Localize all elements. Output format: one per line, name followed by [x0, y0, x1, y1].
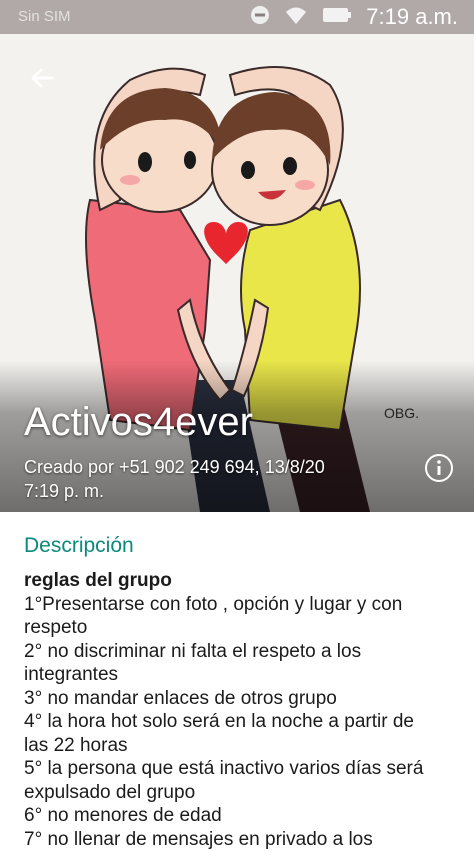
status-icons: 7:19 a.m. [250, 4, 458, 30]
description-heading: Descripción [24, 534, 134, 558]
battery-icon [322, 6, 352, 29]
description-line: las 22 horas [24, 734, 454, 758]
do-not-disturb-icon [250, 5, 270, 30]
description-line: 6° no menores de edad [24, 804, 454, 828]
wifi-icon [284, 5, 308, 30]
description-line: 7° no llenar de mensajes en privado a lo… [24, 828, 454, 851]
status-time: 7:19 a.m. [366, 4, 458, 30]
description-line: expulsado del grupo [24, 781, 454, 805]
back-button[interactable] [24, 60, 60, 96]
description-line: 4° la hora hot solo será en la noche a p… [24, 710, 454, 734]
group-created-info: Creado por +51 902 249 694, 13/8/20 7:19… [24, 455, 404, 503]
created-time-line: 7:19 p. m. [24, 479, 404, 503]
description-line: 5° la persona que está inactivo varios d… [24, 757, 454, 781]
group-name: Activos4ever [24, 400, 253, 445]
info-icon [424, 453, 454, 483]
description-line: reglas del grupo [24, 569, 454, 593]
created-by-line: Creado por +51 902 249 694, 13/8/20 [24, 455, 404, 479]
arrow-back-icon [24, 60, 60, 96]
status-bar: Sin SIM 7:19 a.m. [0, 0, 474, 34]
description-text[interactable]: reglas del grupo 1°Presentarse con foto … [24, 569, 454, 851]
description-line: respeto [24, 616, 454, 640]
description-line: integrantes [24, 663, 454, 687]
carrier-label: Sin SIM [18, 8, 71, 25]
description-line: 3° no mandar enlaces de otros grupo [24, 687, 454, 711]
description-line: 1°Presentarse con foto , opción y lugar … [24, 593, 454, 617]
info-button[interactable] [424, 453, 454, 483]
description-section: Descripción reglas del grupo 1°Presentar… [0, 512, 474, 843]
description-line: 2° no discriminar ni falta el respeto a … [24, 640, 454, 664]
